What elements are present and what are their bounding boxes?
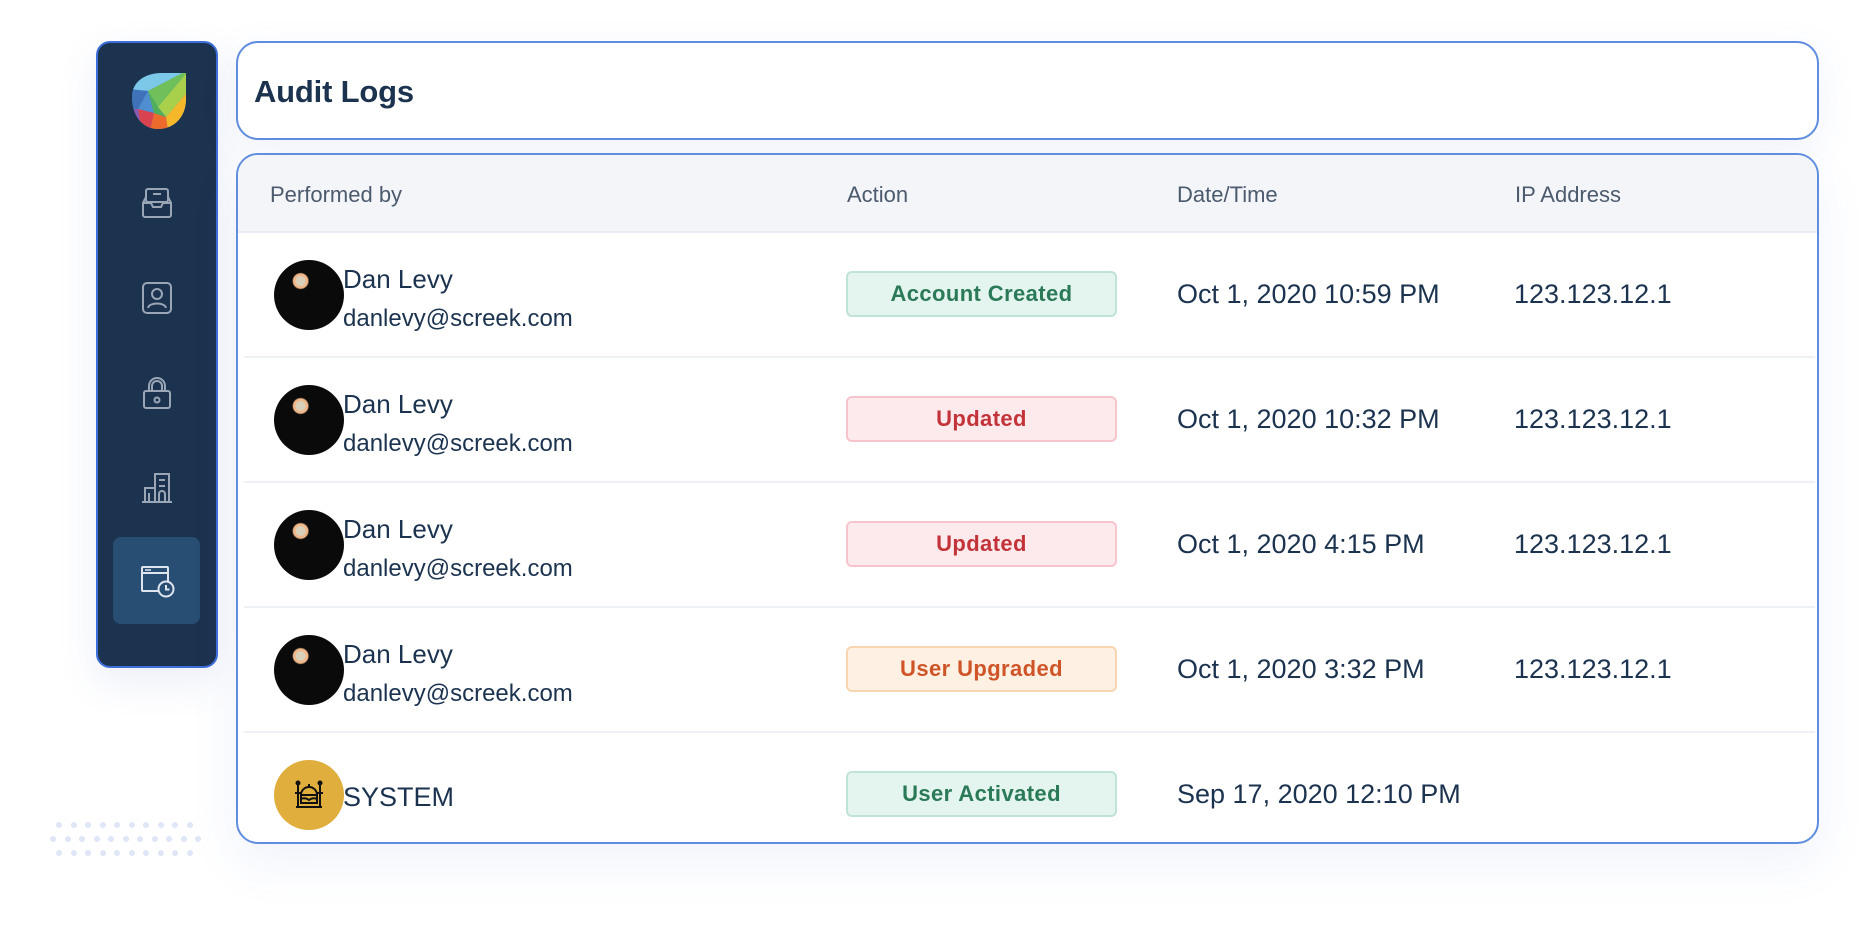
decorative-dot — [186, 822, 193, 828]
column-header-action[interactable]: Action — [847, 182, 908, 208]
column-header-datetime[interactable]: Date/Time — [1177, 182, 1278, 208]
decorative-dot — [172, 822, 178, 828]
datetime-cell: Oct 1, 2020 4:15 PM — [1177, 529, 1425, 559]
decorative-dot — [157, 822, 164, 828]
decorative-dot-pattern — [50, 822, 210, 866]
building-icon — [141, 472, 172, 503]
datetime-cell: Oct 1, 2020 3:32 PM — [1177, 654, 1425, 684]
decorative-dot — [56, 850, 62, 856]
decorative-dot — [56, 822, 62, 828]
colorful-leaf-logo-icon — [132, 73, 186, 129]
performer-email: danlevy@screek.com — [343, 305, 573, 332]
decorative-dot — [50, 836, 56, 842]
decorative-dot — [186, 850, 193, 856]
table-row[interactable]: Dan Levy danlevy@screek.com User Upgrade… — [244, 608, 1815, 733]
performer-email: danlevy@screek.com — [343, 555, 573, 582]
decorative-dot — [195, 836, 201, 842]
decorative-dot — [85, 822, 91, 828]
decorative-dot — [99, 822, 106, 828]
datetime-cell: Sep 17, 2020 12:10 PM — [1177, 779, 1461, 809]
decorative-dot — [143, 822, 149, 828]
sidebar — [96, 41, 218, 668]
performer-email: danlevy@screek.com — [343, 430, 573, 457]
performer-name: Dan Levy — [343, 389, 453, 419]
decorative-dot — [64, 836, 71, 842]
sidebar-item-organization[interactable] — [113, 444, 200, 531]
performer-name: Dan Levy — [343, 264, 453, 294]
page-title: Audit Logs — [254, 74, 414, 109]
decorative-dot — [93, 836, 100, 842]
decorative-dot — [79, 836, 85, 842]
datetime-cell: Oct 1, 2020 10:59 PM — [1177, 279, 1440, 309]
decorative-dot — [85, 850, 91, 856]
sidebar-item-users[interactable] — [113, 254, 200, 341]
table-row[interactable]: SYSTEM User Activated Sep 17, 2020 12:10… — [244, 733, 1815, 842]
user-avatar — [274, 510, 344, 580]
lock-icon — [142, 376, 171, 409]
decorative-dot — [114, 822, 120, 828]
decorative-dot — [157, 850, 164, 856]
system-robot-icon — [295, 780, 323, 808]
decorative-dot — [108, 836, 114, 842]
action-badge: Updated — [846, 521, 1117, 567]
inbox-tray-icon — [141, 187, 172, 218]
ip-address-cell: 123.123.12.1 — [1514, 529, 1672, 559]
app-logo[interactable] — [128, 69, 190, 131]
decorative-dot — [70, 850, 77, 856]
window-clock-icon — [140, 565, 174, 597]
decorative-dot — [70, 822, 77, 828]
sidebar-item-inbox[interactable] — [113, 159, 200, 246]
decorative-dot — [122, 836, 129, 842]
decorative-dot — [99, 850, 106, 856]
user-avatar — [274, 260, 344, 330]
action-badge: User Upgraded — [846, 646, 1117, 692]
decorative-dot — [143, 850, 149, 856]
user-avatar — [274, 385, 344, 455]
ip-address-cell: 123.123.12.1 — [1514, 279, 1672, 309]
table-row[interactable]: Dan Levy danlevy@screek.com Updated Oct … — [244, 358, 1815, 483]
column-header-performed-by[interactable]: Performed by — [270, 182, 402, 208]
system-avatar — [274, 760, 344, 830]
table-row[interactable]: Dan Levy danlevy@screek.com Updated Oct … — [244, 483, 1815, 608]
ip-address-cell: 123.123.12.1 — [1514, 404, 1672, 434]
table-header: Performed by Action Date/Time IP Address — [238, 155, 1817, 233]
performer-email: danlevy@screek.com — [343, 680, 573, 707]
ip-address-cell: 123.123.12.1 — [1514, 654, 1672, 684]
action-badge: Account Created — [846, 271, 1117, 317]
datetime-cell: Oct 1, 2020 10:32 PM — [1177, 404, 1440, 434]
user-badge-icon — [141, 281, 172, 314]
performer-name: Dan Levy — [343, 639, 453, 669]
column-header-ip-address[interactable]: IP Address — [1515, 182, 1621, 208]
user-avatar — [274, 635, 344, 705]
decorative-dot — [137, 836, 143, 842]
table-row[interactable]: Dan Levy danlevy@screek.com Account Crea… — [244, 233, 1815, 358]
decorative-dot — [166, 836, 172, 842]
sidebar-item-audit-logs[interactable] — [113, 537, 200, 624]
action-badge: User Activated — [846, 771, 1117, 817]
decorative-dot — [151, 836, 158, 842]
audit-log-table: Performed by Action Date/Time IP Address… — [236, 153, 1819, 844]
decorative-dot — [172, 850, 178, 856]
page-header: Audit Logs — [236, 41, 1819, 140]
decorative-dot — [180, 836, 187, 842]
decorative-dot — [114, 850, 120, 856]
decorative-dot — [128, 850, 135, 856]
decorative-dot — [128, 822, 135, 828]
sidebar-item-security[interactable] — [113, 349, 200, 436]
performer-name: SYSTEM — [343, 782, 455, 812]
action-badge: Updated — [846, 396, 1117, 442]
performer-name: Dan Levy — [343, 514, 453, 544]
